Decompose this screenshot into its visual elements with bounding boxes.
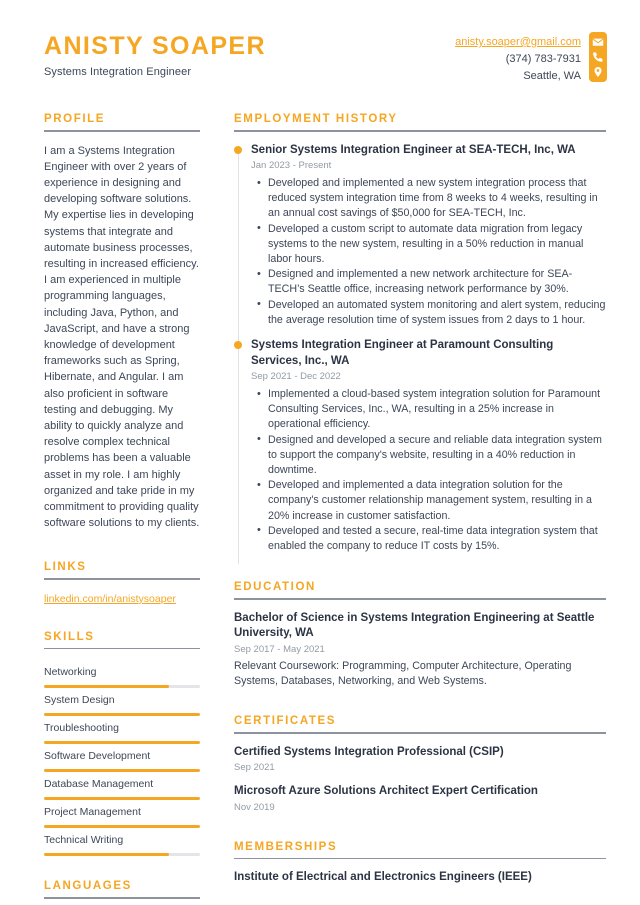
employment-bullets: Developed and implemented a new system i… — [251, 176, 606, 328]
skill-label: Troubleshooting — [44, 722, 119, 735]
education-date: Sep 2017 - May 2021 — [234, 643, 325, 655]
contact-block: anisty.soaper@gmail.com (374) 783-7931 S… — [455, 32, 640, 85]
section-divider — [234, 732, 606, 734]
employment-date: Jan 2023 - Present — [251, 160, 332, 171]
skill-item: Database Management — [44, 772, 200, 801]
section-divider — [44, 647, 200, 650]
bullet-item: Developed and tested a secure, real-time… — [251, 523, 606, 554]
education-entry: Bachelor of Science in Systems Integrati… — [234, 611, 606, 698]
education-title: Bachelor of Science in Systems Integrati… — [234, 611, 595, 640]
bullet-item: Implemented a cloud-based system integra… — [251, 387, 606, 433]
section-title-links: LINKS — [44, 561, 87, 574]
employment-entry: Senior Systems Integration Engineer at S… — [234, 143, 606, 339]
sidebar: PROFILE I am a Systems Integration Engin… — [0, 113, 212, 905]
certificate-entry: Microsoft Azure Solutions Architect Expe… — [234, 784, 606, 824]
profile-text: I am a Systems Integration Engineer with… — [44, 144, 200, 530]
bullet-item: Developed an automated system monitoring… — [251, 297, 606, 328]
section-title-certificates: CERTIFICATES — [234, 715, 337, 728]
section-divider — [234, 857, 606, 860]
contact-location: Seattle, WA — [523, 70, 581, 82]
section-education: EDUCATION Bachelor of Science in Systems… — [234, 581, 606, 698]
link-linkedin[interactable]: linkedin.com/in/anistysoaper — [44, 591, 200, 607]
page-title: ANISTY SOAPER — [44, 32, 266, 60]
employment-date: Sep 2021 - Dec 2022 — [251, 371, 341, 383]
bullet-item: Designed and implemented a new network a… — [251, 267, 606, 297]
certificate-title: Certified Systems Integration Profession… — [234, 745, 504, 758]
section-title-employment: EMPLOYMENT HISTORY — [234, 113, 398, 125]
employment-bullets: Implemented a cloud-based system integra… — [251, 387, 606, 554]
skill-label: Technical Writing — [44, 834, 124, 847]
section-title-languages: LANGUAGES — [44, 880, 132, 893]
skill-track — [44, 853, 200, 857]
bullet-item: Developed and implemented a new system i… — [251, 176, 606, 222]
skill-fill — [44, 853, 169, 857]
employment-timeline: Senior Systems Integration Engineer at S… — [234, 143, 606, 565]
contact-email[interactable]: anisty.soaper@gmail.com — [455, 34, 581, 51]
section-divider — [234, 130, 606, 132]
skill-label: Networking — [44, 666, 97, 679]
contact-values: anisty.soaper@gmail.com (374) 783-7931 S… — [455, 32, 589, 85]
skill-item: Technical Writing — [44, 828, 200, 857]
skill-item: Software Development — [44, 744, 200, 773]
skill-label: Project Management — [44, 806, 141, 819]
main-content: EMPLOYMENT HISTORY Senior Systems Integr… — [212, 113, 640, 905]
header-identity: ANISTY SOAPER Systems Integration Engine… — [0, 32, 266, 78]
skill-label: Database Management — [44, 778, 154, 791]
skill-item: Project Management — [44, 800, 200, 829]
bullet-item: Developed and implemented a data integra… — [251, 478, 606, 524]
section-divider — [44, 897, 200, 899]
location-pin-icon — [592, 66, 604, 78]
employment-title: Senior Systems Integration Engineer at S… — [251, 143, 576, 156]
resume-page: ANISTY SOAPER Systems Integration Engine… — [0, 0, 640, 905]
resume-body: PROFILE I am a Systems Integration Engin… — [0, 85, 640, 905]
resume-header: ANISTY SOAPER Systems Integration Engine… — [0, 0, 640, 85]
timeline-dot-icon — [234, 341, 242, 350]
timeline-dot-icon — [234, 145, 242, 154]
bullet-item: Designed and developed a secure and reli… — [251, 432, 606, 479]
section-skills: SKILLS Networking System Design Troubles… — [44, 631, 200, 857]
section-title-skills: SKILLS — [44, 630, 95, 643]
section-memberships: MEMBERSHIPS Institute of Electrical and … — [234, 841, 606, 895]
section-divider — [44, 130, 200, 132]
membership-entry: Institute of Electrical and Electronics … — [234, 870, 606, 895]
job-title: Systems Integration Engineer — [44, 65, 192, 78]
employment-title: Systems Integration Engineer at Paramoun… — [251, 339, 554, 367]
contact-phone: (374) 783-7931 — [505, 53, 581, 65]
certificate-entry: Certified Systems Integration Profession… — [234, 745, 606, 785]
employment-entry: Systems Integration Engineer at Paramoun… — [234, 338, 606, 564]
education-description: Relevant Coursework: Programming, Comput… — [234, 659, 572, 687]
section-title-memberships: MEMBERSHIPS — [234, 840, 338, 853]
membership-title: Institute of Electrical and Electronics … — [234, 871, 532, 884]
section-divider — [44, 578, 200, 580]
section-links: LINKS linkedin.com/in/anistysoaper — [44, 561, 200, 607]
skill-item: Networking — [44, 660, 200, 689]
section-title-profile: PROFILE — [44, 113, 106, 125]
section-certificates: CERTIFICATES Certified Systems Integrati… — [234, 715, 606, 824]
section-title-education: EDUCATION — [234, 581, 316, 594]
skill-label: Software Development — [44, 750, 151, 763]
bullet-item: Developed a custom script to automate da… — [251, 221, 606, 268]
section-employment-history: EMPLOYMENT HISTORY Senior Systems Integr… — [234, 113, 606, 565]
certificate-date: Nov 2019 — [234, 801, 275, 813]
skill-item: Troubleshooting — [44, 716, 200, 745]
skill-label: System Design — [44, 694, 115, 707]
section-divider — [234, 598, 606, 600]
section-profile: PROFILE I am a Systems Integration Engin… — [44, 113, 200, 531]
section-languages: LANGUAGES English — [44, 880, 200, 905]
certificate-title: Microsoft Azure Solutions Architect Expe… — [234, 785, 538, 798]
skill-item: System Design — [44, 688, 200, 717]
phone-icon — [592, 51, 604, 63]
certificate-date: Sep 2021 — [234, 762, 275, 774]
contact-icon-bar — [589, 32, 607, 82]
envelope-icon — [592, 36, 604, 48]
